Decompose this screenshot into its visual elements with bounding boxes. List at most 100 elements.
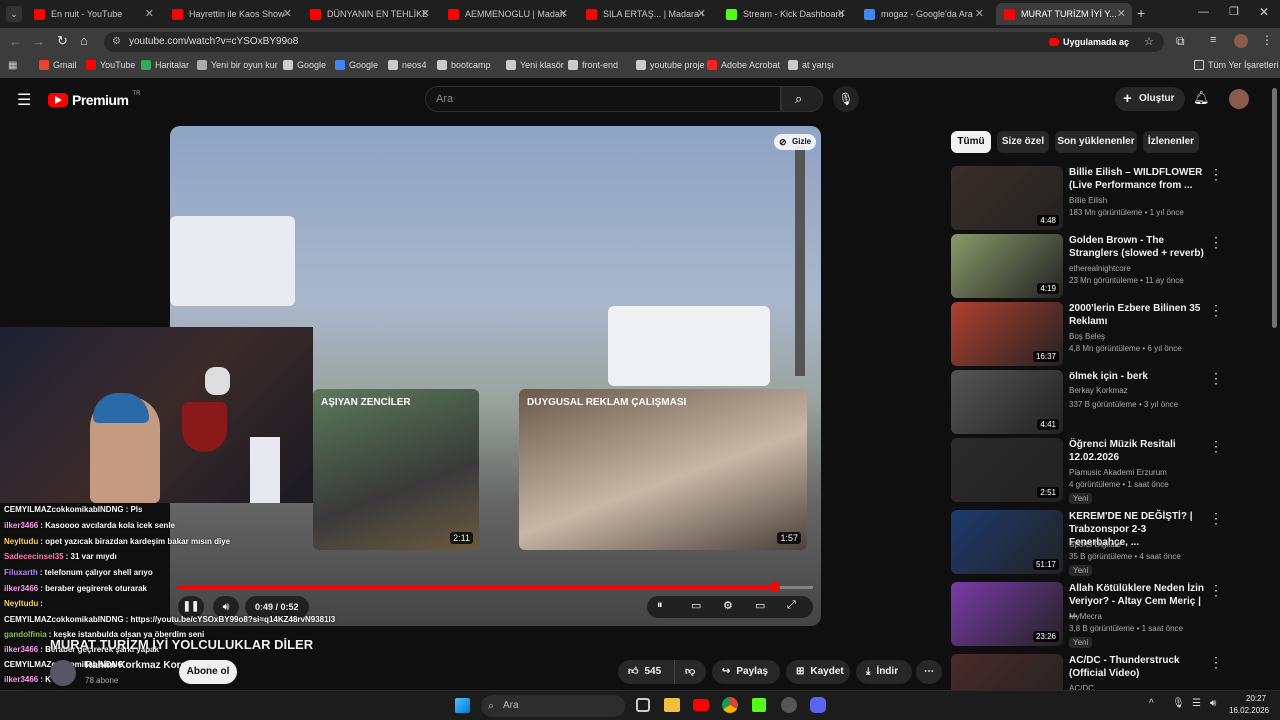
back-icon[interactable]: ←	[9, 34, 22, 49]
hide-endcards-button[interactable]: ⊘ Gizle	[774, 134, 817, 150]
video-thumbnail[interactable]: 23:26	[951, 582, 1063, 646]
browser-tab[interactable]: DÜNYANIN EN TEHLİKELİ ✕	[302, 3, 436, 25]
youtube-taskbar-icon[interactable]	[693, 699, 709, 711]
more-options-icon[interactable]: ⋮	[1209, 438, 1223, 455]
account-avatar[interactable]	[1229, 89, 1249, 109]
tray-chevron-icon[interactable]: ^	[1149, 698, 1154, 709]
tab-close-icon[interactable]: ✕	[837, 7, 846, 20]
minimize-icon[interactable]: —	[1198, 6, 1209, 18]
youtube-logo[interactable]: Premium TR	[48, 91, 140, 109]
page-scrollbar[interactable]	[1272, 88, 1277, 328]
fullscreen-icon[interactable]: ⤢	[787, 599, 796, 612]
channel-avatar[interactable]	[50, 660, 76, 686]
bookmark-item[interactable]: youtube proje	[636, 60, 705, 70]
voice-search-button[interactable]: 🎙	[833, 86, 859, 112]
dislike-button[interactable]: 👎︎	[674, 660, 706, 684]
recommended-video[interactable]: 23:26 Allah Kötülüklere Neden İzin Veriyo…	[951, 582, 1251, 648]
video-thumbnail[interactable]: 4:19	[951, 234, 1063, 298]
clock-time[interactable]: 20:27	[1246, 694, 1266, 703]
chip-all[interactable]: Tümü	[951, 131, 991, 153]
bookmark-item[interactable]: bootcamp	[437, 60, 491, 70]
create-button[interactable]: + Oluştur	[1115, 87, 1185, 111]
bookmark-item[interactable]: front-end	[568, 60, 618, 70]
tab-close-icon[interactable]: ✕	[697, 7, 706, 20]
video-thumbnail[interactable]	[951, 654, 1063, 690]
download-button[interactable]: ⤓ İndir	[856, 660, 912, 684]
steam-taskbar-icon[interactable]	[781, 697, 797, 713]
bookmark-item[interactable]: Yeni bir oyun kur	[197, 60, 278, 70]
tab-search-button[interactable]: ⌄	[6, 6, 22, 22]
apps-grid-icon[interactable]: ▦	[8, 60, 17, 71]
more-options-icon[interactable]: ⋮	[1209, 302, 1223, 319]
chip-for-you[interactable]: Size özel	[997, 131, 1049, 153]
bookmark-item[interactable]: Google	[335, 60, 378, 70]
bookmark-item[interactable]: Google	[283, 60, 326, 70]
extensions-icon[interactable]: ⧉	[1176, 34, 1185, 49]
open-in-app-button[interactable]: Uygulamada aç	[1049, 34, 1129, 50]
windows-start-icon[interactable]	[455, 698, 470, 713]
endcard-video-2[interactable]: DUYGUSAL REKLAM ÇALIŞMASI 1:57	[519, 389, 807, 550]
bookmark-item[interactable]: Haritalar	[141, 60, 189, 70]
forward-icon[interactable]: →	[32, 34, 45, 49]
bookmark-item[interactable]: Gmail	[39, 60, 77, 70]
address-bar[interactable]: ⚙ youtube.com/watch?v=cYSOxBY99o8 Uygula…	[104, 32, 1164, 52]
volume-tray-icon[interactable]: 🔊︎	[1210, 698, 1216, 709]
task-view-icon[interactable]	[636, 698, 650, 712]
more-options-icon[interactable]: ⋮	[1209, 654, 1223, 671]
progress-scrubber[interactable]	[769, 582, 780, 592]
video-thumbnail[interactable]: 51:17	[951, 510, 1063, 574]
video-thumbnail[interactable]: 4:41	[951, 370, 1063, 434]
video-thumbnail[interactable]: 16:37	[951, 302, 1063, 366]
bookmark-item[interactable]: Yeni klasör	[506, 60, 564, 70]
recommended-video[interactable]: AC/DC - Thunderstruck (Official Video) AC…	[951, 654, 1251, 690]
video-title[interactable]: AC/DC - Thunderstruck (Official Video)	[1069, 654, 1207, 680]
video-title[interactable]: Billie Eilish – WILDFLOWER (Live Perform…	[1069, 166, 1207, 192]
more-options-icon[interactable]: ⋮	[1209, 582, 1223, 599]
tab-close-icon[interactable]: ✕	[975, 7, 984, 20]
channel-name[interactable]: etherealnightcore	[1069, 264, 1131, 273]
browser-tab[interactable]: Hayrettin ile Kaos Show - ✕	[164, 3, 298, 25]
chip-recently-uploaded[interactable]: Son yüklenenler	[1055, 131, 1137, 153]
theater-mode-icon[interactable]: ▭	[755, 599, 765, 612]
video-title[interactable]: Golden Brown - The Stranglers (slowed + …	[1069, 234, 1207, 260]
browser-tab[interactable]: AEMMENOGLU | Madara ✕	[440, 3, 574, 25]
recommended-video[interactable]: 16:37 2000'lerin Ezbere Bilinen 35 Reklam…	[951, 302, 1251, 366]
subscribe-button[interactable]: Abone ol	[179, 660, 237, 684]
channel-name[interactable]: Sports Digitale	[1069, 540, 1121, 549]
settings-gear-icon[interactable]: ⚙	[723, 599, 733, 612]
home-icon[interactable]: ⌂	[80, 33, 88, 48]
kick-taskbar-icon[interactable]	[752, 698, 766, 712]
recommended-video[interactable]: 4:48 Billie Eilish – WILDFLOWER (Live Per…	[951, 166, 1251, 230]
chrome-taskbar-icon[interactable]	[722, 697, 738, 713]
recommended-video[interactable]: 51:17 KEREM'DE NE DEĞİŞTİ? | Trabzonspor …	[951, 510, 1251, 576]
chip-watched[interactable]: İzlenenler	[1143, 131, 1199, 153]
browser-tab[interactable]: SILA ERTAŞ... | Madara Olc✕	[578, 3, 712, 25]
search-input[interactable]: Ara	[425, 86, 781, 112]
recommended-video[interactable]: 2:51 Öğrenci Müzik Resitali 12.02.2026 Pia…	[951, 438, 1251, 504]
tab-close-icon[interactable]: ✕	[283, 7, 292, 20]
channel-name[interactable]: Piamusic Akademi Erzurum	[1069, 468, 1167, 477]
site-info-icon[interactable]: ⚙	[112, 32, 121, 52]
network-tray-icon[interactable]: ☰	[1192, 698, 1201, 709]
microphone-tray-icon[interactable]: 🎙	[1172, 698, 1185, 709]
channel-name[interactable]: Billie Eilish	[1069, 196, 1107, 205]
all-bookmarks[interactable]: Tüm Yer İşaretleri	[1194, 60, 1279, 70]
bookmark-item[interactable]: Adobe Acrobat	[707, 60, 780, 70]
channel-name[interactable]: Rahim Korkmaz Korca	[85, 660, 192, 671]
recommended-video[interactable]: 4:41 ölmek için - berk Berkay Korkmaz 337 B…	[951, 370, 1251, 434]
new-tab-button[interactable]: +	[1137, 5, 1145, 21]
more-options-icon[interactable]: ⋮	[1209, 166, 1223, 183]
video-title[interactable]: 2000'lerin Ezbere Bilinen 35 Reklamı	[1069, 302, 1207, 328]
more-actions-button[interactable]: ⋯	[916, 660, 942, 684]
tab-close-icon[interactable]: ✕	[145, 7, 154, 20]
browser-menu-icon[interactable]: ⋮	[1261, 33, 1273, 47]
browser-tab[interactable]: MURAT TURİZM İYİ Y... ✕	[996, 3, 1132, 25]
channel-name[interactable]: Berkay Korkmaz	[1069, 386, 1128, 395]
share-button[interactable]: ↪ Paylaş	[712, 660, 780, 684]
autoplay-toggle-icon[interactable]: ⏸︎	[657, 599, 663, 612]
search-button[interactable]: ⌕	[781, 86, 823, 112]
tab-close-icon[interactable]: ✕	[1117, 7, 1126, 20]
maximize-icon[interactable]: ❐	[1229, 5, 1239, 18]
save-button[interactable]: ⊞ Kaydet	[786, 660, 850, 684]
browser-tab[interactable]: Stream - Kick Dashboard ✕	[718, 3, 852, 25]
